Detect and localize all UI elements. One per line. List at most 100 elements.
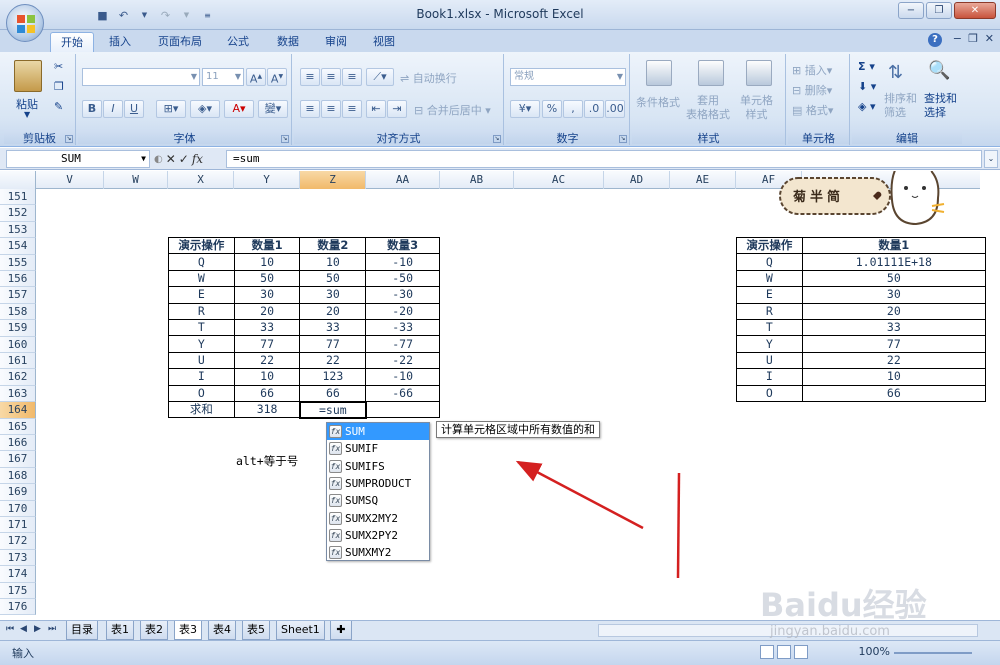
align-top-icon[interactable]: ≡ <box>300 68 320 86</box>
table-cell[interactable]: 22 <box>299 351 367 370</box>
table-cell[interactable]: 30 <box>801 286 987 304</box>
row-header[interactable]: 154 <box>0 238 36 255</box>
table-cell[interactable]: -30 <box>365 286 440 304</box>
table-cell[interactable]: -50 <box>365 269 440 288</box>
table-cell[interactable]: Y <box>168 335 235 353</box>
paste-icon[interactable] <box>14 60 42 92</box>
shrink-font-icon[interactable]: A▼ <box>267 68 287 86</box>
row-header[interactable]: 163 <box>0 385 36 403</box>
table-cell[interactable]: Q <box>736 253 803 271</box>
page-break-view-icon[interactable] <box>794 645 808 659</box>
table-cell[interactable]: -66 <box>365 384 440 402</box>
table-cell[interactable]: -10 <box>365 368 440 386</box>
number-format-dropdown-icon[interactable]: ▼ <box>617 69 623 85</box>
table-cell[interactable]: 20 <box>233 302 301 320</box>
decrease-decimal-icon[interactable]: .00 <box>605 100 625 118</box>
italic-icon[interactable]: I <box>103 100 123 118</box>
table-cell[interactable]: -33 <box>365 318 440 337</box>
align-bottom-icon[interactable]: ≡ <box>342 68 362 86</box>
confirm-entry-icon[interactable]: ✓ <box>179 152 189 166</box>
row-header[interactable]: 172 <box>0 533 36 550</box>
row-header[interactable]: 170 <box>0 500 36 517</box>
worksheet-grid[interactable]: V W X Y Z AA AB AC AD AE AF 151 152 153 154… <box>0 171 1000 620</box>
ribbon-minimize-icon[interactable]: − <box>953 32 962 45</box>
comma-icon[interactable]: , <box>563 100 583 118</box>
cell-styles-icon[interactable] <box>746 60 772 86</box>
column-header[interactable]: V <box>36 171 104 189</box>
merge-center-button[interactable]: ⊟ 合并后居中 ▾ <box>414 102 491 118</box>
formula-input[interactable]: =sum <box>226 150 982 168</box>
table-cell[interactable]: 10 <box>233 253 301 271</box>
column-header[interactable]: Y <box>234 171 300 189</box>
find-select-label[interactable]: 查找和 选择 <box>924 92 957 120</box>
decrease-indent-icon[interactable]: ⇤ <box>366 100 386 118</box>
row-header[interactable]: 168 <box>0 467 36 485</box>
table-cell[interactable]: 50 <box>299 269 367 288</box>
table-cell[interactable]: 30 <box>299 286 367 304</box>
format-as-table-label[interactable]: 套用 表格格式 <box>686 94 730 122</box>
phonetic-icon[interactable]: 變▾ <box>258 100 288 118</box>
autosum-icon[interactable]: Σ ▾ <box>858 60 875 73</box>
ribbon-close-icon[interactable]: ✕ <box>985 32 994 45</box>
sort-filter-label[interactable]: 排序和 筛选 <box>884 92 917 120</box>
function-autocomplete-list[interactable]: fx SUM fx SUMIF fx SUMIFS fx SUMPRODUCT fx SUMSQ f… <box>326 422 430 561</box>
tab-review[interactable]: 审阅 <box>316 32 356 52</box>
restore-button[interactable]: ❐ <box>926 2 952 19</box>
row-header[interactable]: 153 <box>0 221 36 239</box>
name-box[interactable]: SUM ▼ <box>6 150 150 168</box>
row-header[interactable]: 171 <box>0 517 36 534</box>
first-sheet-icon[interactable]: ⏮ <box>6 624 14 634</box>
wrap-text-button[interactable]: ⇌ 自动换行 <box>400 70 457 86</box>
row-header[interactable]: 161 <box>0 353 36 370</box>
column-header[interactable]: AC <box>514 171 604 189</box>
close-button[interactable]: ✕ <box>954 2 996 19</box>
sheet-tab[interactable]: 表1 <box>106 621 134 640</box>
row-header[interactable]: 173 <box>0 549 36 567</box>
sheet-tab[interactable]: 表2 <box>140 621 168 640</box>
insert-cells-button[interactable]: ⊞ 插入▾ <box>792 62 832 78</box>
table-cell[interactable]: 50 <box>801 269 987 288</box>
table-cell[interactable]: U <box>168 351 235 370</box>
tab-insert[interactable]: 插入 <box>98 32 142 52</box>
row-header[interactable]: 157 <box>0 287 36 304</box>
ribbon-restore-icon[interactable]: ❐ <box>968 32 978 45</box>
sheet-tab[interactable]: 表5 <box>242 621 270 640</box>
column-header[interactable]: AA <box>366 171 440 189</box>
column-header[interactable]: AE <box>670 171 736 189</box>
table-cell[interactable]: W <box>736 269 803 288</box>
column-header[interactable]: W <box>104 171 168 189</box>
font-size-dropdown-icon[interactable]: ▼ <box>235 69 241 85</box>
conditional-format-icon[interactable] <box>646 60 672 86</box>
last-sheet-icon[interactable]: ⏭ <box>48 624 56 634</box>
format-cells-button[interactable]: ▤ 格式▾ <box>792 102 833 118</box>
help-icon[interactable]: ? <box>928 33 942 47</box>
clear-icon[interactable]: ◈ ▾ <box>858 100 875 113</box>
tab-view[interactable]: 视图 <box>364 32 404 52</box>
table-cell[interactable]: 66 <box>233 384 301 402</box>
table-header-cell[interactable]: 演示操作 <box>168 236 235 255</box>
table-cell[interactable]: 33 <box>299 318 367 337</box>
row-header[interactable]: 155 <box>0 254 36 271</box>
number-format-combo[interactable]: 常规 ▼ <box>510 68 626 86</box>
column-header[interactable]: AB <box>440 171 514 189</box>
fill-color-icon[interactable]: ◈▾ <box>190 100 220 118</box>
table-cell[interactable]: E <box>168 286 235 304</box>
table-cell[interactable]: O <box>736 384 803 402</box>
name-box-dropdown-icon[interactable]: ▼ <box>141 151 146 167</box>
table-cell[interactable]: 123 <box>299 368 367 386</box>
table-cell[interactable]: U <box>736 351 803 370</box>
office-button[interactable] <box>6 4 44 42</box>
sheet-tab[interactable]: Sheet1 <box>276 621 325 640</box>
row-header[interactable]: 176 <box>0 599 36 616</box>
percent-icon[interactable]: % <box>542 100 562 118</box>
tab-page-layout[interactable]: 页面布局 <box>150 32 210 52</box>
table-cell[interactable]: 50 <box>233 269 301 288</box>
row-header[interactable]: 175 <box>0 582 36 599</box>
autocomplete-item[interactable]: fx SUMPRODUCT <box>327 475 429 492</box>
row-header[interactable]: 160 <box>0 336 36 353</box>
increase-indent-icon[interactable]: ⇥ <box>387 100 407 118</box>
cell-styles-label[interactable]: 单元格 样式 <box>740 94 773 122</box>
font-launcher-icon[interactable]: ↘ <box>281 135 289 143</box>
row-header[interactable]: 169 <box>0 484 36 501</box>
font-name-dropdown-icon[interactable]: ▼ <box>191 69 197 85</box>
